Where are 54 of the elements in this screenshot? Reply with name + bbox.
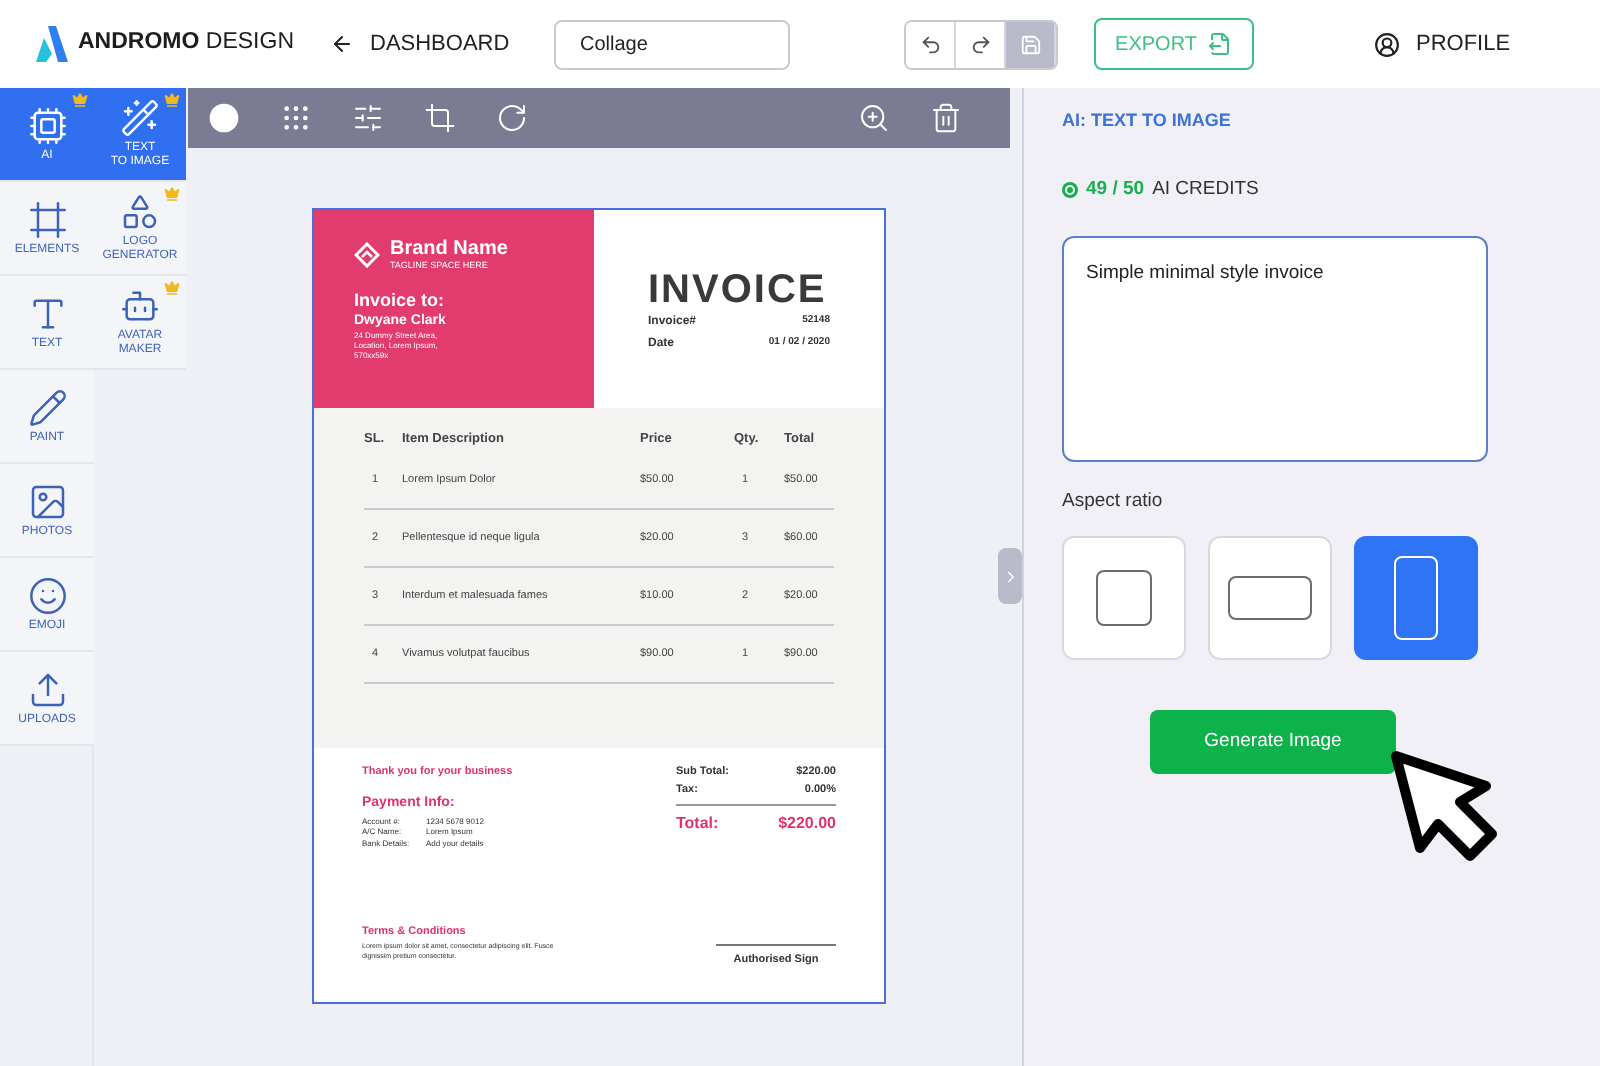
crop-icon <box>424 102 456 134</box>
delete-tool[interactable] <box>930 102 962 134</box>
dots-icon <box>280 102 312 134</box>
chip-icon <box>27 105 67 145</box>
circle-tool[interactable] <box>208 102 240 134</box>
undo-button[interactable] <box>906 21 956 67</box>
pencil-icon <box>27 387 67 427</box>
redo-icon <box>969 33 991 55</box>
trash-icon <box>930 102 962 134</box>
frame-icon <box>27 199 67 239</box>
export-icon <box>1208 32 1233 56</box>
grid-tool[interactable] <box>280 102 312 134</box>
total-label: Total: <box>676 812 719 836</box>
total-value: $220.00 <box>778 812 836 836</box>
adjust-tool[interactable] <box>352 102 384 134</box>
save-icon <box>1019 33 1041 55</box>
invoice-title: INVOICE <box>648 270 829 310</box>
title-field[interactable]: Collage <box>554 19 790 69</box>
credits-count: 49 / 50 <box>1086 175 1145 203</box>
invoice-to-label: Invoice to: <box>354 290 447 310</box>
portrait-shape-icon <box>1394 556 1438 640</box>
aspect-ratio-label: Aspect ratio <box>1062 487 1165 516</box>
profile-icon <box>1374 31 1400 57</box>
brand-name: Brand Name <box>390 238 508 260</box>
upload-icon <box>27 669 67 709</box>
zoom-tool[interactable] <box>858 102 890 134</box>
image-icon <box>27 481 67 521</box>
rotate-tool[interactable] <box>496 102 528 134</box>
zoom-icon <box>858 102 890 134</box>
shapes-icon <box>120 192 160 232</box>
magic-wand-icon <box>120 98 160 138</box>
landscape-shape-icon <box>1228 576 1312 620</box>
crop-tool[interactable] <box>424 102 456 134</box>
panel-title: AI: TEXT TO IMAGE <box>1062 108 1233 134</box>
text-icon <box>27 293 67 333</box>
logo-icon <box>36 26 68 62</box>
smiley-icon <box>27 575 67 615</box>
logo-text: ANDROMO DESIGN <box>78 28 294 59</box>
undo-icon <box>919 33 941 55</box>
square-shape-icon <box>1096 570 1152 626</box>
aspect-ratio-option[interactable] <box>1354 536 1478 660</box>
credits-label: AI CREDITS <box>1152 175 1259 203</box>
collapse-handle[interactable] <box>998 548 1022 604</box>
generate-image-button[interactable]: Generate Image <box>1150 710 1396 774</box>
profile-button[interactable]: PROFILE <box>1374 27 1511 61</box>
circle-icon <box>208 102 240 134</box>
sliders-icon <box>352 102 384 134</box>
dashboard-link[interactable]: DASHBOARD <box>330 27 550 61</box>
credit-coin-icon <box>1062 181 1078 198</box>
rotate-icon <box>496 102 528 134</box>
robot-icon <box>120 286 160 326</box>
brand-logo-icon <box>354 241 380 267</box>
back-arrow-icon <box>330 32 354 56</box>
prompt-field[interactable]: Simple minimal style invoice <box>1062 235 1488 462</box>
